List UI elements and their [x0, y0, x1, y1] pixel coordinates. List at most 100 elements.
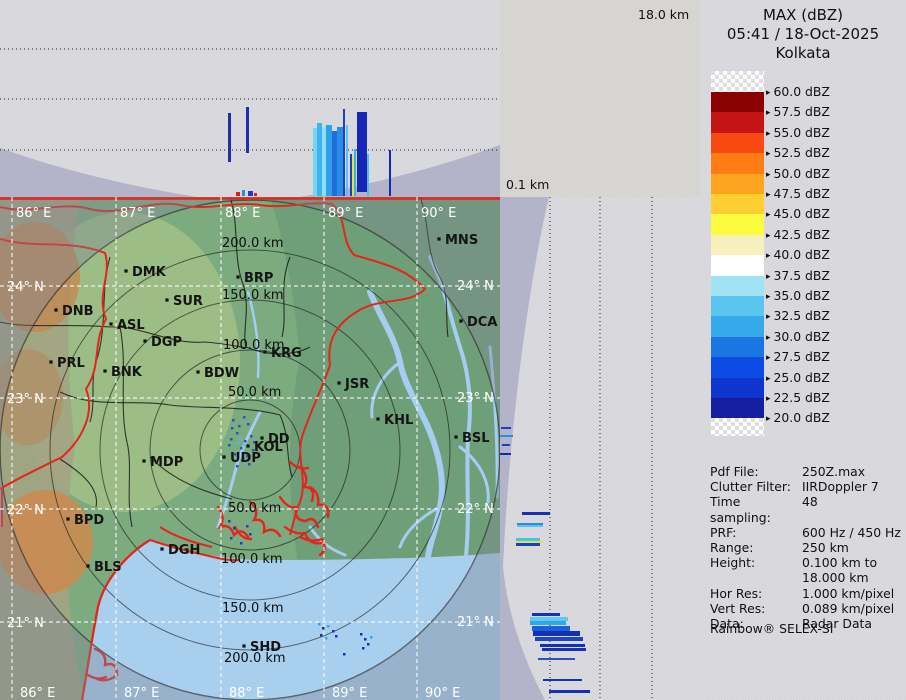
- station-dot: [459, 319, 462, 322]
- station-dot: [109, 322, 112, 325]
- info-row: Time sampling:48: [710, 494, 902, 524]
- info-value: 0.100 km to: [802, 555, 902, 570]
- station-dot: [124, 269, 127, 272]
- ew-cross-section-panel[interactable]: [0, 0, 500, 197]
- scale-label: ▸50.0 dBZ: [766, 166, 830, 181]
- tick-arrow-icon: ▸: [766, 333, 771, 343]
- software-name: Rainbow® SELEX-SI: [710, 621, 833, 636]
- scale-swatch: [711, 194, 764, 214]
- station-label: BRP: [244, 271, 273, 286]
- info-label: Time sampling:: [710, 494, 802, 524]
- station-label: JSR: [344, 377, 369, 392]
- info-value: 1.000 km/pixel: [802, 586, 902, 601]
- scale-swatch: [711, 133, 764, 153]
- range-ring-label: 150.0 km: [222, 288, 284, 303]
- station-label: UDP: [230, 451, 261, 466]
- tick-arrow-icon: ▸: [766, 312, 771, 322]
- latitude-label: 21° N: [457, 615, 494, 630]
- info-label: Clutter Filter:: [710, 479, 802, 494]
- station-label: BLS: [94, 560, 122, 575]
- station-dot: [337, 381, 340, 384]
- tick-arrow-icon: ▸: [766, 231, 771, 241]
- station-dot: [222, 455, 225, 458]
- station-dot: [142, 459, 145, 462]
- station-dot: [49, 360, 52, 363]
- radar-display-window: 18.0 km 0.1 km: [0, 0, 906, 700]
- scale-swatch: [711, 255, 764, 275]
- station-label: DCA: [467, 315, 497, 330]
- scale-label: ▸22.5 dBZ: [766, 390, 830, 405]
- station-dot: [454, 435, 457, 438]
- station-dot: [236, 275, 239, 278]
- station-label: PRL: [57, 356, 85, 371]
- height-gridlines: [0, 49, 500, 150]
- scale-swatch: [711, 214, 764, 234]
- station-label: DGP: [151, 335, 182, 350]
- longitude-label: 86° E: [16, 206, 51, 221]
- tick-arrow-icon: ▸: [766, 190, 771, 200]
- latitude-label: 24° N: [457, 279, 494, 294]
- station-label: KRG: [271, 346, 302, 361]
- ns-cross-section-panel[interactable]: [500, 197, 700, 700]
- info-row: Height:0.100 km to: [710, 555, 902, 570]
- tick-arrow-icon: ▸: [766, 108, 771, 118]
- station-label: DNB: [62, 304, 94, 319]
- info-label: [710, 570, 802, 585]
- station-dot: [263, 350, 266, 353]
- tick-arrow-icon: ▸: [766, 272, 771, 282]
- scale-label: ▸27.5 dBZ: [766, 349, 830, 364]
- range-ring-label: 200.0 km: [222, 236, 284, 251]
- info-row: Vert Res:0.089 km/pixel: [710, 601, 902, 616]
- scale-label: ▸60.0 dBZ: [766, 84, 830, 99]
- station-label: DMK: [132, 265, 167, 280]
- range-limit-wedge-left: [0, 148, 197, 197]
- scale-swatch: [711, 337, 764, 357]
- range-ring-label: 100.0 km: [221, 552, 283, 567]
- color-scale: ▸60.0 dBZ▸57.5 dBZ▸55.0 dBZ▸52.5 dBZ▸50.…: [700, 0, 906, 450]
- tick-arrow-icon: ▸: [766, 394, 771, 404]
- info-label: Height:: [710, 555, 802, 570]
- scale-swatch: [711, 316, 764, 336]
- ns-cross-section-canvas: [500, 197, 700, 700]
- radar-map-panel[interactable]: 86° E86° E87° E87° E88° E88° E89° E89° E…: [0, 197, 500, 700]
- tick-arrow-icon: ▸: [766, 374, 771, 384]
- station-label: BDW: [204, 366, 239, 381]
- station-dot: [376, 417, 379, 420]
- info-value: 250Z.max: [802, 464, 902, 479]
- latitude-label: 22° N: [457, 502, 494, 517]
- latitude-label: 23° N: [457, 391, 494, 406]
- info-value: IIRDoppler 7: [802, 479, 902, 494]
- station-label: ASL: [117, 318, 145, 333]
- station-label: DGH: [168, 543, 200, 558]
- longitude-label: 89° E: [332, 686, 367, 700]
- height-axis-max-label: 18.0 km: [638, 7, 689, 22]
- info-value: 0.089 km/pixel: [802, 601, 902, 616]
- station-label: BNK: [111, 365, 143, 380]
- info-label: Range:: [710, 540, 802, 555]
- longitude-label: 88° E: [229, 686, 264, 700]
- longitude-label: 87° E: [120, 206, 155, 221]
- scale-label: ▸45.0 dBZ: [766, 206, 830, 221]
- range-ring-label: 150.0 km: [222, 601, 284, 616]
- latitude-label: 22° N: [7, 503, 44, 518]
- longitude-label: 86° E: [20, 686, 55, 700]
- scale-swatch: [711, 235, 764, 255]
- station-dot: [86, 564, 89, 567]
- scale-label: ▸32.5 dBZ: [766, 308, 830, 323]
- tick-arrow-icon: ▸: [766, 210, 771, 220]
- station-dot: [165, 298, 168, 301]
- info-row: Pdf File:250Z.max: [710, 464, 902, 479]
- scale-swatch: [711, 357, 764, 377]
- legend-panel: MAX (dBZ) 05:41 / 18-Oct-2025 Kolkata ▸6…: [700, 0, 906, 700]
- station-label: BSL: [462, 431, 490, 446]
- station-dot: [196, 370, 199, 373]
- station-dot: [242, 644, 245, 647]
- range-ring-label: 50.0 km: [228, 385, 281, 400]
- latitude-label: 23° N: [7, 392, 44, 407]
- scale-label: ▸40.0 dBZ: [766, 247, 830, 262]
- info-row: PRF:600 Hz / 450 Hz: [710, 525, 902, 540]
- station-dot: [66, 517, 69, 520]
- station-label: KHL: [384, 413, 413, 428]
- info-value: 18.000 km: [802, 570, 902, 585]
- range-ring-label: 50.0 km: [228, 501, 281, 516]
